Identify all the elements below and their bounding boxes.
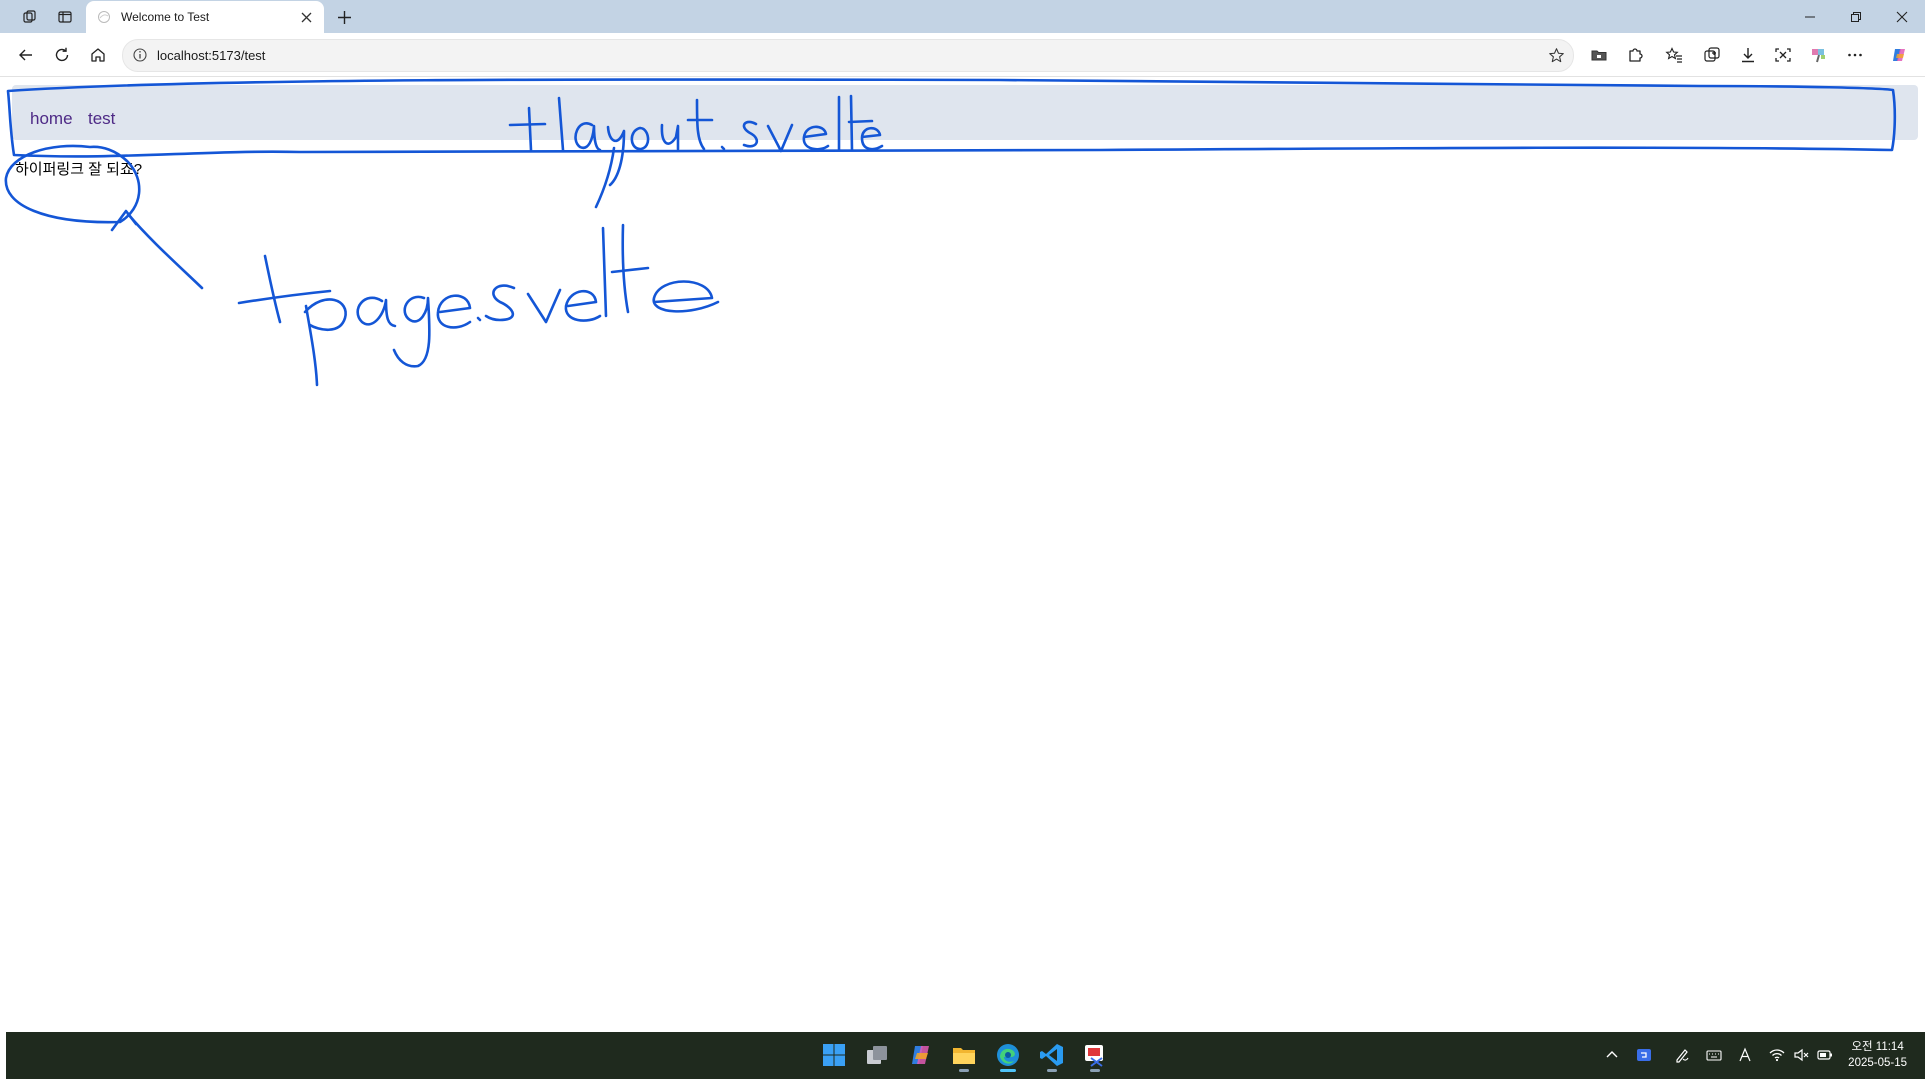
task-view-icon (867, 1046, 887, 1064)
close-icon (301, 12, 311, 22)
web-capture-icon (1775, 48, 1791, 62)
tab-title: Welcome to Test (121, 10, 210, 24)
copilot-icon (912, 1046, 929, 1064)
arrow-left-icon (19, 49, 32, 61)
tab-close-button[interactable] (296, 7, 316, 27)
taskbar-start[interactable] (816, 1037, 852, 1073)
tray-input-method-button[interactable] (1734, 1043, 1756, 1067)
nav-link-test[interactable]: test (88, 109, 115, 129)
tray-volume-button[interactable] (1790, 1043, 1812, 1067)
profile-extension-button[interactable] (1804, 40, 1834, 70)
copilot-icon (1893, 49, 1905, 61)
taskbar: 오전 11:14 2025-05-15 (6, 1032, 1925, 1079)
tab-welcome[interactable]: Welcome to Test (86, 1, 324, 33)
vertical-tabs-icon (58, 11, 72, 23)
screen: Welcome to Test localhost:5173/test home… (0, 0, 1925, 1079)
minimize-button[interactable] (1787, 0, 1833, 33)
site-info-icon[interactable] (132, 47, 148, 63)
tray-touch-keyboard-button[interactable] (1703, 1043, 1725, 1067)
wifi-icon (1769, 1049, 1785, 1062)
tray-overflow-button[interactable] (1601, 1043, 1623, 1067)
edge-icon (997, 1044, 1019, 1066)
folder-icon (1591, 50, 1607, 61)
taskbar-edge[interactable] (990, 1037, 1026, 1073)
more-menu-button[interactable] (1840, 40, 1870, 70)
close-window-button[interactable] (1879, 0, 1925, 33)
plus-icon (337, 10, 351, 24)
tray-app-icon (1637, 1049, 1651, 1061)
favorite-button[interactable] (1545, 44, 1567, 66)
chevron-up-icon (1606, 1051, 1618, 1058)
taskbar-vscode[interactable] (1034, 1037, 1070, 1073)
battery-icon (1817, 1050, 1832, 1060)
copilot-button[interactable] (1884, 40, 1914, 70)
close-icon (1896, 11, 1908, 22)
page-favicon-icon (98, 11, 110, 23)
taskbar-file-explorer[interactable] (946, 1037, 982, 1073)
browser-toolbar: localhost:5173/test (0, 33, 1925, 77)
taskbar-clock[interactable]: 오전 11:14 2025-05-15 (1848, 1039, 1907, 1071)
tab-strip: Welcome to Test (0, 0, 1925, 33)
more-dots-icon (1848, 53, 1862, 57)
nav-link-home[interactable]: home (30, 109, 73, 129)
url-text[interactable]: localhost:5173/test (157, 48, 265, 63)
clock-time: 오전 11:14 (1851, 1041, 1904, 1053)
tray-wifi-button[interactable] (1766, 1043, 1788, 1067)
layout-nav: home test (12, 85, 1918, 140)
downloads-button[interactable] (1733, 40, 1763, 70)
vscode-icon (1040, 1044, 1063, 1066)
active-indicator (1000, 1069, 1016, 1072)
star-icon (1548, 47, 1564, 62)
favorites-button[interactable] (1659, 40, 1689, 70)
snipping-tool-icon (1085, 1045, 1103, 1067)
clock-date: 2025-05-15 (1848, 1057, 1907, 1069)
workspaces-icon (23, 10, 36, 23)
restore-button[interactable] (1833, 0, 1879, 33)
folder-icon (953, 1048, 975, 1064)
keyboard-icon (1706, 1050, 1722, 1061)
running-indicator (959, 1069, 969, 1072)
workspaces-button[interactable] (16, 4, 44, 30)
extensions-button[interactable] (1620, 40, 1650, 70)
download-icon (1742, 48, 1754, 63)
taskbar-snipping-tool[interactable] (1077, 1037, 1113, 1073)
page-viewport: home test 하이퍼링크 잘 되죠? (0, 77, 1925, 1032)
new-tab-button[interactable] (330, 4, 358, 30)
tray-pen-button[interactable] (1671, 1043, 1693, 1067)
tab-actions-button[interactable] (51, 4, 79, 30)
running-indicator (1090, 1069, 1100, 1072)
restore-icon (1851, 11, 1861, 22)
collections-button[interactable] (1697, 40, 1727, 70)
taskbar-copilot[interactable] (903, 1037, 939, 1073)
windows-logo-icon (823, 1044, 845, 1066)
collections-icon (1704, 47, 1720, 62)
speaker-muted-icon (1794, 1048, 1809, 1062)
tray-app-button[interactable] (1633, 1043, 1655, 1067)
address-bar[interactable]: localhost:5173/test (122, 39, 1574, 72)
taskbar-task-view[interactable] (859, 1037, 895, 1073)
pen-icon (1676, 1049, 1689, 1063)
back-button[interactable] (11, 40, 41, 70)
home-button[interactable] (83, 40, 113, 70)
screenshot-button[interactable] (1768, 40, 1798, 70)
collections-folder-button[interactable] (1584, 40, 1614, 70)
puzzle-icon (1629, 48, 1643, 62)
page-body-text: 하이퍼링크 잘 되죠? (15, 161, 143, 178)
paint-extension-icon (1812, 49, 1825, 63)
minimize-icon (1805, 16, 1815, 17)
favorites-list-icon (1665, 47, 1682, 63)
running-indicator (1047, 1069, 1057, 1072)
input-method-icon (1739, 1047, 1751, 1062)
home-icon (91, 48, 105, 62)
tray-battery-button[interactable] (1814, 1043, 1836, 1067)
refresh-icon (55, 47, 69, 62)
refresh-button[interactable] (47, 40, 77, 70)
